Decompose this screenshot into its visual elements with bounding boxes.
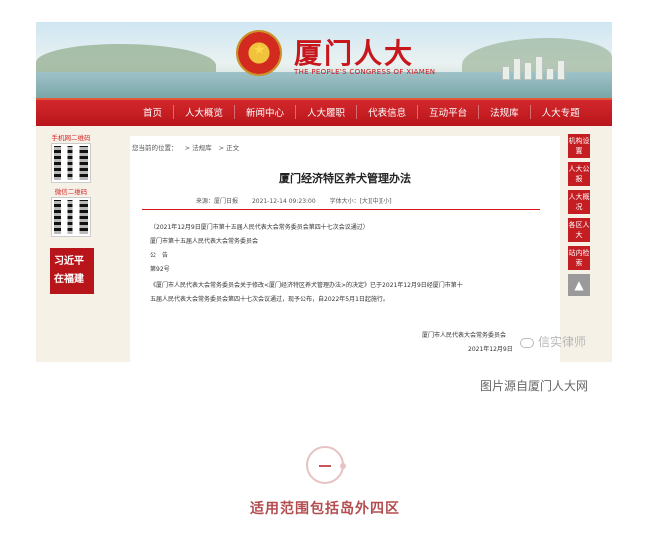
shortcut-districts[interactable]: 各区人大: [568, 218, 590, 242]
article-line: 厦门市第十五届人民代表大会常务委员会: [150, 238, 259, 245]
article-panel: 您当前的位置： > 法规库 > 正文 厦门经济特区养犬管理办法 来源：厦门日报 …: [130, 136, 560, 362]
shortcut-profile[interactable]: 人大概况: [568, 190, 590, 214]
site-title: 厦门人大: [294, 37, 415, 70]
qr-wechat-label: 微信二维码: [54, 188, 88, 196]
shortcut-org[interactable]: 机构设置: [568, 134, 590, 158]
article-line: 《厦门市人民代表大会常务委员会关于修改<厦门经济特区养犬管理办法>的决定》已于2…: [150, 282, 463, 289]
qr-code-icon: [51, 143, 91, 183]
website-screenshot: 厦门人大 THE PEOPLE'S CONGRESS OF XIAMEN 首页 …: [36, 22, 612, 362]
section-title: 适用范围包括岛外四区: [250, 501, 400, 517]
nav-deputies[interactable]: 代表信息: [357, 105, 419, 119]
shortcut-search[interactable]: 站内检索: [568, 246, 590, 270]
article-source: 来源：厦门日报: [196, 198, 239, 205]
nav-duties[interactable]: 人大履职: [296, 105, 358, 119]
qr-mobile-label: 手机网二维码: [51, 134, 91, 142]
article-sign-date: 2021年12月9日: [468, 346, 513, 353]
main-nav: 首页 人大概览 新闻中心 人大履职 代表信息 互动平台 法规库 人大专题: [36, 98, 612, 126]
article-signature: 厦门市人民代表大会常务委员会: [422, 332, 507, 339]
article-line: （2021年12月9日厦门市第十五届人民代表大会常务委员会第四十七次会议通过）: [150, 224, 369, 231]
back-to-top-icon[interactable]: ▲: [568, 274, 590, 296]
article-date: 2021-12-14 09:23:00: [251, 198, 316, 205]
article-line: 五届人民代表大会常务委员会第四十七次会议通过，现予公布，自2022年5月1日起施…: [150, 296, 389, 303]
watermark: 信实律师: [520, 333, 586, 350]
nav-topics[interactable]: 人大专题: [531, 105, 591, 119]
article-title: 厦门经济特区养犬管理办法: [279, 172, 411, 185]
article-line: 公 告: [150, 252, 169, 259]
section-number: 一: [319, 465, 331, 467]
xi-in-fujian-banner[interactable]: 习近平 在福建: [50, 248, 94, 294]
site-banner: 厦门人大 THE PEOPLE'S CONGRESS OF XIAMEN: [36, 22, 612, 98]
nav-laws[interactable]: 法规库: [479, 105, 531, 119]
nav-news[interactable]: 新闻中心: [235, 105, 297, 119]
qr-code-icon: [51, 197, 91, 237]
national-emblem-icon: [236, 30, 282, 76]
article-line: 第92号: [150, 266, 170, 273]
wechat-icon: [520, 337, 534, 348]
right-shortcut-column: 机构设置 人大公报 人大概况 各区人大 站内检索 ▲: [568, 134, 590, 296]
section-number-badge: 一: [306, 446, 346, 484]
image-caption: 图片源自厦门人大网: [480, 379, 589, 393]
breadcrumb: 您当前的位置： > 法规库 > 正文: [132, 144, 240, 152]
shortcut-bulletin[interactable]: 人大公报: [568, 162, 590, 186]
site-subtitle: THE PEOPLE'S CONGRESS OF XIAMEN: [294, 68, 436, 76]
nav-overview[interactable]: 人大概览: [174, 105, 236, 119]
nav-home[interactable]: 首页: [132, 105, 175, 119]
nav-interaction[interactable]: 互动平台: [418, 105, 480, 119]
title-divider: [142, 209, 540, 210]
article-meta: 来源：厦门日报 2021-12-14 09:23:00 字体大小：[大][中][…: [196, 196, 404, 205]
qr-column: 手机网二维码 微信二维码: [48, 132, 94, 240]
font-size-switch[interactable]: 字体大小：[大][中][小]: [330, 198, 392, 205]
